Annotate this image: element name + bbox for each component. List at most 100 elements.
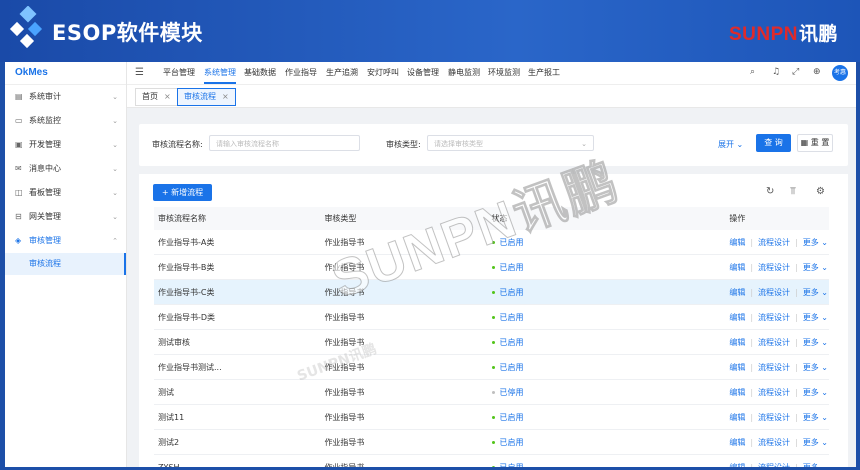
expand-toggle[interactable]: 展开 ⌄ (718, 139, 743, 150)
edit-link[interactable]: 编辑 (729, 263, 745, 272)
cell-status: 已启用 (487, 254, 726, 280)
cell-status: 已启用 (487, 230, 726, 255)
table-row[interactable]: 测试审核 作业指导书 已启用 编辑 | 流程设计 | 更多 ⌄ (154, 329, 829, 355)
nav-item-esd[interactable]: 静电监测 (448, 62, 480, 84)
edit-link[interactable]: 编辑 (729, 288, 745, 297)
review-type-select[interactable]: 请选择审核类型 ⌄ (427, 135, 594, 151)
more-dropdown[interactable]: 更多 ⌄ (803, 288, 828, 297)
close-icon[interactable]: × (164, 92, 171, 101)
edit-link[interactable]: 编辑 (729, 463, 745, 468)
divider: | (795, 287, 798, 297)
table-row[interactable]: 测试2 作业指导书 已启用 编辑 | 流程设计 | 更多 ⌄ (154, 429, 829, 455)
divider: | (750, 362, 754, 372)
table-header: 审核流程名称 审核类型 状态 操作 (154, 207, 829, 230)
sidebar-item-dev[interactable]: ▣ 开发管理 ⌄ (5, 133, 126, 157)
tab-home[interactable]: 首页 × (135, 88, 178, 106)
sidebar-item-monitor[interactable]: ▭ 系统监控 ⌄ (5, 109, 126, 133)
nav-item-platform[interactable]: 平台管理 (163, 62, 195, 84)
status-dot (491, 315, 495, 319)
flow-design-link[interactable]: 流程设计 (758, 313, 790, 322)
avatar[interactable]: 考惠 (832, 65, 848, 81)
table-body: 作业指导书-A类 作业指导书 已启用 编辑 | 流程设计 | 更多 ⌄ 作业指导书-B类 作业指导… (154, 230, 829, 467)
table-row[interactable]: 测试11 作业指导书 已启用 编辑 | 流程设计 | 更多 ⌄ (154, 404, 829, 430)
nav-item-system[interactable]: 系统管理 (204, 62, 236, 84)
more-label: 更多 (802, 312, 819, 322)
cell-type: 作业指导书 (320, 404, 488, 430)
nav-item-environment[interactable]: 环境监测 (488, 62, 520, 84)
table-row[interactable]: 测试 作业指导书 已停用 编辑 | 流程设计 | 更多 ⌄ (154, 379, 829, 405)
column-height-icon[interactable]: ⫪ (790, 186, 796, 197)
more-dropdown[interactable]: 更多 ⌄ (803, 463, 828, 468)
status-text: 已启用 (499, 412, 524, 422)
fullscreen-icon[interactable]: ⤢ (792, 67, 799, 77)
table-row[interactable]: 作业指导书-A类 作业指导书 已启用 编辑 | 流程设计 | 更多 ⌄ (154, 230, 829, 255)
more-dropdown[interactable]: 更多 ⌄ (803, 413, 828, 422)
flow-design-link[interactable]: 流程设计 (758, 438, 790, 447)
table-row[interactable]: 作业指导书测试... 作业指导书 已启用 编辑 | 流程设计 | 更多 ⌄ (154, 354, 829, 380)
more-dropdown[interactable]: 更多 ⌄ (803, 363, 828, 372)
cell-type: 作业指导书 (320, 254, 488, 280)
more-dropdown[interactable]: 更多 ⌄ (803, 438, 828, 447)
search-icon[interactable]: ⌕ (750, 67, 755, 77)
header-type: 审核类型 (320, 207, 488, 230)
status-dot (491, 340, 495, 344)
edit-link[interactable]: 编辑 (729, 388, 745, 397)
settings-icon[interactable]: ⚙ (816, 186, 825, 197)
edit-link[interactable]: 编辑 (729, 238, 745, 247)
globe-icon[interactable]: ⊕ (813, 67, 821, 77)
edit-link[interactable]: 编辑 (729, 313, 745, 322)
nav-item-trace[interactable]: 生产追溯 (326, 62, 358, 84)
add-flow-button[interactable]: + 新增流程 (153, 184, 212, 201)
query-button[interactable]: 查 询 (756, 134, 791, 152)
edit-link[interactable]: 编辑 (729, 338, 745, 347)
reset-button[interactable]: ▦ 重 置 (797, 134, 833, 152)
edit-link[interactable]: 编辑 (729, 438, 745, 447)
sidebar-item-board[interactable]: ◫ 看板管理 ⌄ (5, 181, 126, 205)
flow-design-link[interactable]: 流程设计 (758, 338, 790, 347)
more-dropdown[interactable]: 更多 ⌄ (803, 238, 828, 247)
table-row[interactable]: 作业指导书-C类 作业指导书 已启用 编辑 | 流程设计 | 更多 ⌄ (154, 279, 829, 305)
table-row[interactable]: ZYSH 作业指导书 已启用 编辑 | 流程设计 | 更多 ⌄ (154, 454, 829, 468)
audit-icon: ▤ (15, 92, 23, 101)
edit-link[interactable]: 编辑 (729, 413, 745, 422)
cell-type: 作业指导书 (320, 354, 488, 380)
tab-review-flow[interactable]: 审核流程 × (177, 88, 236, 106)
close-icon[interactable]: × (222, 92, 229, 101)
sidebar-item-audit[interactable]: ▤ 系统审计 ⌄ (5, 85, 126, 109)
table-row[interactable]: 作业指导书-B类 作业指导书 已启用 编辑 | 流程设计 | 更多 ⌄ (154, 254, 829, 280)
flow-design-link[interactable]: 流程设计 (758, 238, 790, 247)
table-row[interactable]: 作业指导书-D类 作业指导书 已启用 编辑 | 流程设计 | 更多 ⌄ (154, 304, 829, 330)
flow-design-link[interactable]: 流程设计 (758, 363, 790, 372)
menu-toggle-icon[interactable]: ☰ (135, 67, 144, 78)
divider: | (795, 387, 798, 397)
banner: ESOP软件模块 SUNPN讯鹏 (0, 0, 860, 62)
more-dropdown[interactable]: 更多 ⌄ (803, 388, 828, 397)
sidebar-item-label: 消息中心 (29, 164, 61, 173)
flow-design-link[interactable]: 流程设计 (758, 288, 790, 297)
edit-link[interactable]: 编辑 (729, 363, 745, 372)
sidebar-item-review[interactable]: ◈ 审核管理 ⌃ (5, 229, 126, 253)
sidebar-item-message[interactable]: ✉ 消息中心 ⌄ (5, 157, 126, 181)
sidebar-subitem-review-flow[interactable]: 审核流程 (5, 253, 126, 275)
nav-item-equipment[interactable]: 设备管理 (407, 62, 439, 84)
nav-item-andon[interactable]: 安灯呼叫 (367, 62, 399, 84)
more-dropdown[interactable]: 更多 ⌄ (803, 338, 828, 347)
nav-item-work-guide[interactable]: 作业指导 (285, 62, 317, 84)
bell-icon[interactable]: ♫ (772, 67, 780, 77)
more-dropdown[interactable]: 更多 ⌄ (803, 313, 828, 322)
refresh-icon[interactable]: ↻ (766, 186, 774, 197)
flow-design-link[interactable]: 流程设计 (758, 463, 790, 468)
divider: | (750, 387, 754, 397)
nav-item-report[interactable]: 生产报工 (528, 62, 560, 84)
sidebar-item-gateway[interactable]: ⊟ 网关管理 ⌄ (5, 205, 126, 229)
flow-design-link[interactable]: 流程设计 (758, 263, 790, 272)
chevron-down-icon: ⌄ (112, 93, 118, 101)
flow-design-link[interactable]: 流程设计 (758, 413, 790, 422)
more-dropdown[interactable]: 更多 ⌄ (803, 263, 828, 272)
divider: | (795, 362, 798, 372)
more-label: 更多 (802, 237, 819, 247)
flow-name-input[interactable]: 请输入审核流程名称 (209, 135, 360, 151)
review-flow-table: 审核流程名称 审核类型 状态 操作 作业指导书-A类 作业指导书 已启用 编辑 | 流程设… (154, 207, 829, 467)
nav-item-basic-data[interactable]: 基础数据 (244, 62, 276, 84)
flow-design-link[interactable]: 流程设计 (758, 388, 790, 397)
